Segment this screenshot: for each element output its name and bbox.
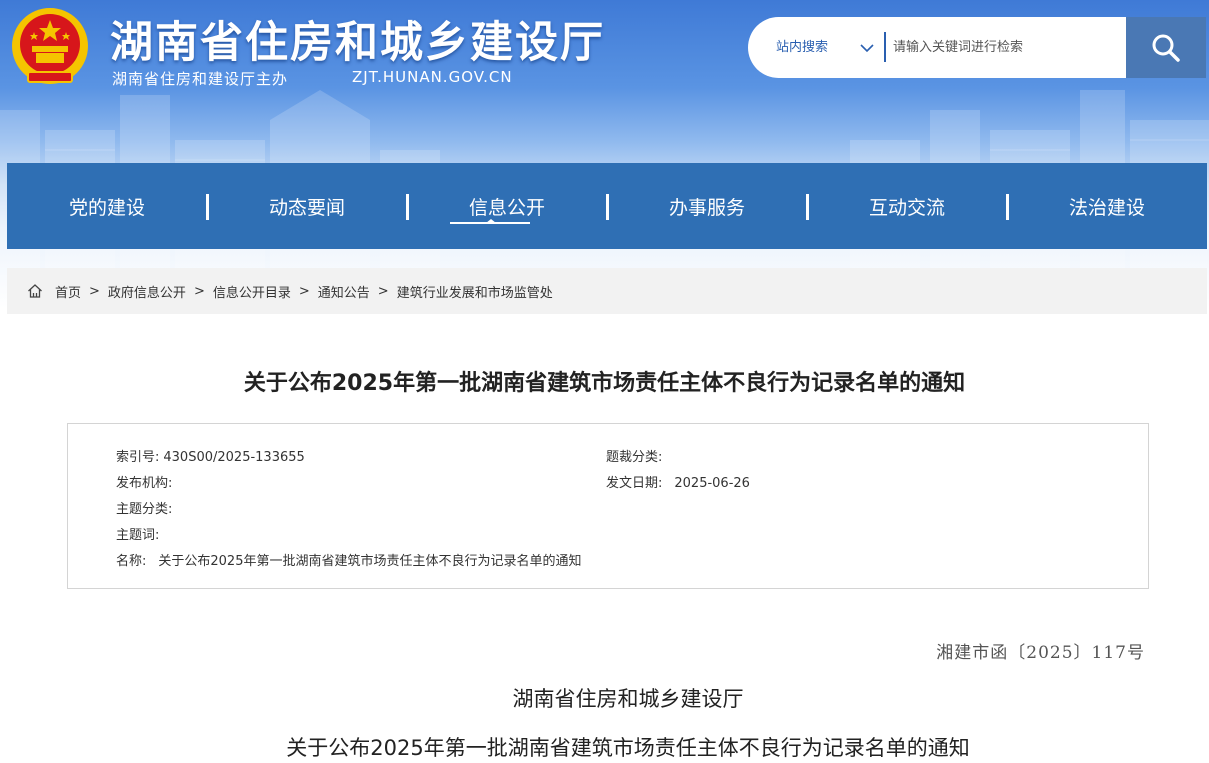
nav-item-label: 党的建设: [68, 196, 145, 219]
meta-genre: 题裁分类:: [606, 446, 666, 465]
meta-name-value: 关于公布2025年第一批湖南省建筑市场责任主体不良行为记录名单的通知: [158, 554, 582, 569]
meta-date-label: 发文日期:: [606, 476, 663, 491]
breadcrumb-home[interactable]: 首页: [55, 282, 81, 301]
nav-item-services[interactable]: 办事服务: [607, 163, 809, 249]
chevron-down-icon[interactable]: [858, 39, 876, 57]
breadcrumb: 首页 > 政府信息公开 > 信息公开目录 > 通知公告 > 建筑行业发展和市场监…: [7, 268, 1207, 314]
meta-genre-label: 题裁分类:: [606, 450, 663, 465]
nav-item-info-disclosure[interactable]: 信息公开: [407, 163, 609, 249]
meta-index-label: 索引号:: [116, 450, 160, 465]
search-divider: [884, 32, 886, 62]
meta-date-value: 2025-06-26: [674, 476, 750, 491]
meta-name: 名称: 关于公布2025年第一批湖南省建筑市场责任主体不良行为记录名单的通知: [116, 550, 581, 569]
home-icon[interactable]: [27, 283, 43, 299]
nav-item-rule-of-law[interactable]: 法治建设: [1007, 163, 1207, 249]
meta-topic-label: 主题分类:: [116, 502, 173, 517]
nav-active-caret: [486, 219, 496, 223]
nav-item-news[interactable]: 动态要闻: [207, 163, 409, 249]
meta-name-label: 名称:: [116, 554, 147, 569]
search-icon: [1152, 34, 1180, 62]
issuer-heading: 湖南省住房和城乡建设厅: [512, 687, 744, 711]
page-title: 关于公布2025年第一批湖南省建筑市场责任主体不良行为记录名单的通知: [243, 371, 966, 396]
document-meta-box: 索引号: 430S00/2025-133655 题裁分类: 发布机构: 发文日期:…: [67, 423, 1149, 589]
nav-item-label: 信息公开: [468, 196, 545, 219]
meta-index-value: 430S00/2025-133655: [163, 450, 305, 465]
national-emblem-icon: [12, 8, 88, 84]
site-sponsor: 湖南省住房和建设厅主办: [112, 70, 289, 88]
breadcrumb-department[interactable]: 建筑行业发展和市场监管处: [397, 282, 553, 301]
meta-publisher: 发布机构:: [116, 472, 176, 491]
body-title-heading: 关于公布2025年第一批湖南省建筑市场责任主体不良行为记录名单的通知: [286, 736, 970, 760]
document-number: 湘建市函〔2025〕117号: [936, 643, 1145, 663]
nav-item-label: 动态要闻: [268, 196, 345, 219]
breadcrumb-info-catalog[interactable]: 信息公开目录: [213, 282, 291, 301]
site-domain: ZJT.HUNAN.GOV.CN: [352, 68, 513, 86]
search-scope-select[interactable]: 站内搜索: [776, 17, 828, 78]
nav-item-label: 法治建设: [1068, 196, 1145, 219]
meta-keywords: 主题词:: [116, 524, 163, 543]
meta-publisher-label: 发布机构:: [116, 476, 173, 491]
nav-item-interaction[interactable]: 互动交流: [807, 163, 1009, 249]
breadcrumb-separator: >: [193, 283, 205, 299]
site-title: 湖南省住房和城乡建设厅: [110, 18, 605, 68]
search-button[interactable]: [1126, 17, 1206, 78]
main-nav: 党的建设 动态要闻 信息公开 办事服务 互动交流 法治建设: [7, 163, 1207, 249]
search-input[interactable]: [893, 27, 1123, 67]
breadcrumb-notices[interactable]: 通知公告: [318, 282, 370, 301]
breadcrumb-separator: >: [89, 283, 100, 299]
nav-item-party-building[interactable]: 党的建设: [7, 163, 209, 249]
meta-index: 索引号: 430S00/2025-133655: [116, 446, 305, 465]
nav-item-label: 互动交流: [868, 196, 945, 219]
breadcrumb-gov-info[interactable]: 政府信息公开: [108, 282, 186, 301]
search-bar: 站内搜索: [748, 17, 1206, 78]
meta-keywords-label: 主题词:: [116, 528, 160, 543]
nav-item-label: 办事服务: [668, 196, 745, 219]
breadcrumb-separator: >: [377, 283, 389, 299]
meta-date: 发文日期: 2025-06-26: [606, 472, 750, 491]
meta-topic: 主题分类:: [116, 498, 176, 517]
breadcrumb-separator: >: [298, 283, 310, 299]
